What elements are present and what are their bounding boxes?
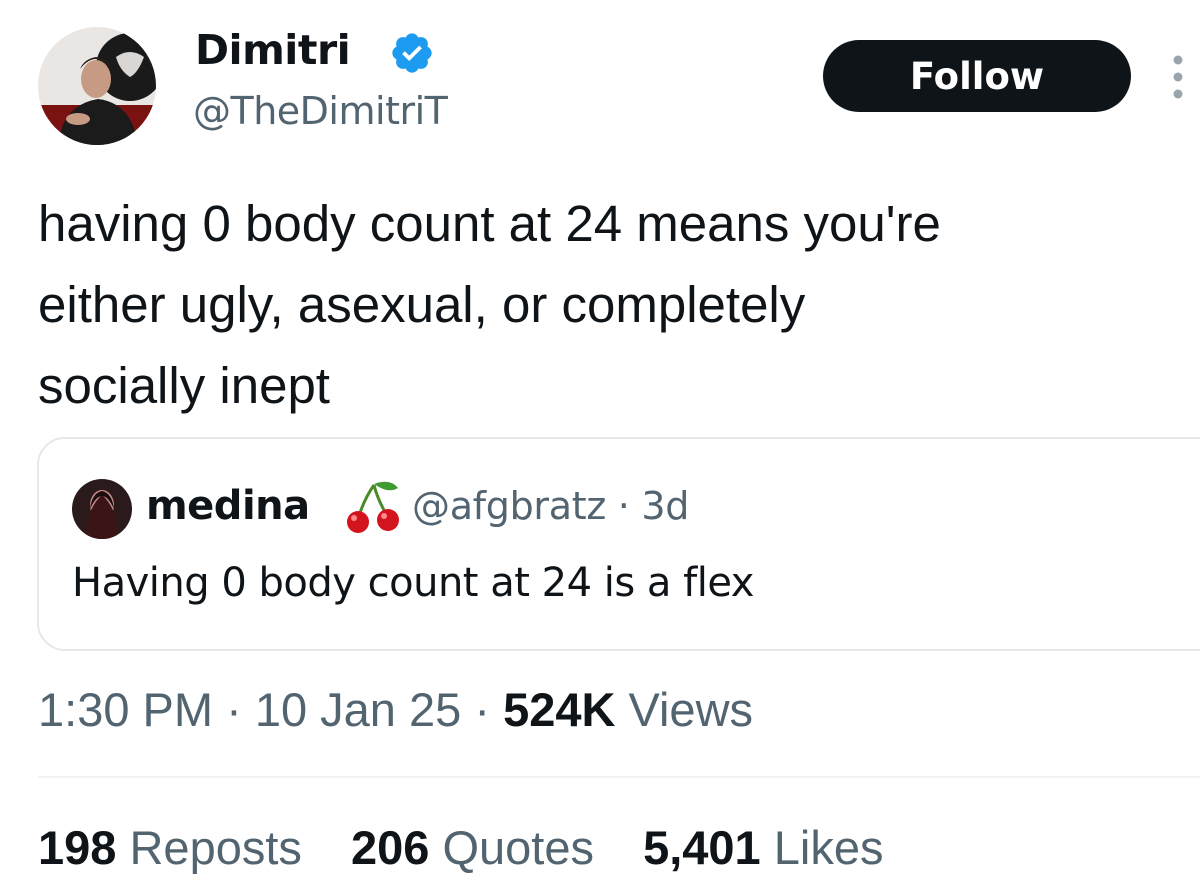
tweet-text: having 0 body count at 24 means you're e… (38, 195, 941, 414)
follow-button[interactable]: Follow (823, 40, 1131, 112)
reposts-stat[interactable]: 198 Reposts (38, 817, 302, 879)
tweet-date[interactable]: 10 Jan 25 (255, 683, 461, 736)
author-avatar[interactable] (38, 27, 156, 145)
views-label: Views (628, 683, 754, 736)
quote-author-handle[interactable]: @afgbratz (412, 484, 606, 528)
quote-text: Having 0 body count at 24 is a flex (72, 560, 754, 606)
quotes-stat[interactable]: 206 Quotes (351, 817, 594, 879)
quotes-label: Quotes (442, 821, 594, 874)
quoted-tweet-card[interactable] (37, 437, 1200, 651)
views-count: 524K (503, 683, 616, 736)
engagement-stats: 198 Reposts 206 Quotes 5,401 Likes (38, 817, 919, 879)
quote-separator: · (617, 484, 630, 528)
quote-meta: @afgbratz · 3d (412, 478, 689, 534)
quote-author-name[interactable]: medina (146, 478, 310, 534)
reposts-label: Reposts (129, 821, 302, 874)
quote-age[interactable]: 3d (641, 484, 689, 528)
likes-stat[interactable]: 5,401 Likes (643, 817, 883, 879)
author-avatar-image (38, 27, 156, 145)
quote-author-avatar[interactable] (72, 479, 132, 539)
quotes-count: 206 (350, 821, 430, 874)
more-vertical-icon[interactable] (1170, 54, 1186, 100)
reposts-count: 198 (38, 821, 117, 874)
quote-avatar-image (72, 479, 132, 539)
meta-separator: · (226, 683, 242, 736)
divider (38, 776, 1200, 778)
author-name[interactable]: Dimitri (195, 24, 351, 76)
tweet-time[interactable]: 1:30 PM (38, 683, 213, 736)
likes-count: 5,401 (643, 821, 761, 874)
meta-separator: · (474, 683, 490, 736)
cherry-icon (347, 481, 399, 533)
verified-badge-icon (392, 33, 432, 73)
likes-label: Likes (773, 821, 884, 874)
tweet-metadata: 1:30 PM · 10 Jan 25 · 524K Views (38, 680, 753, 740)
author-handle[interactable]: @TheDimitriT (193, 87, 448, 135)
